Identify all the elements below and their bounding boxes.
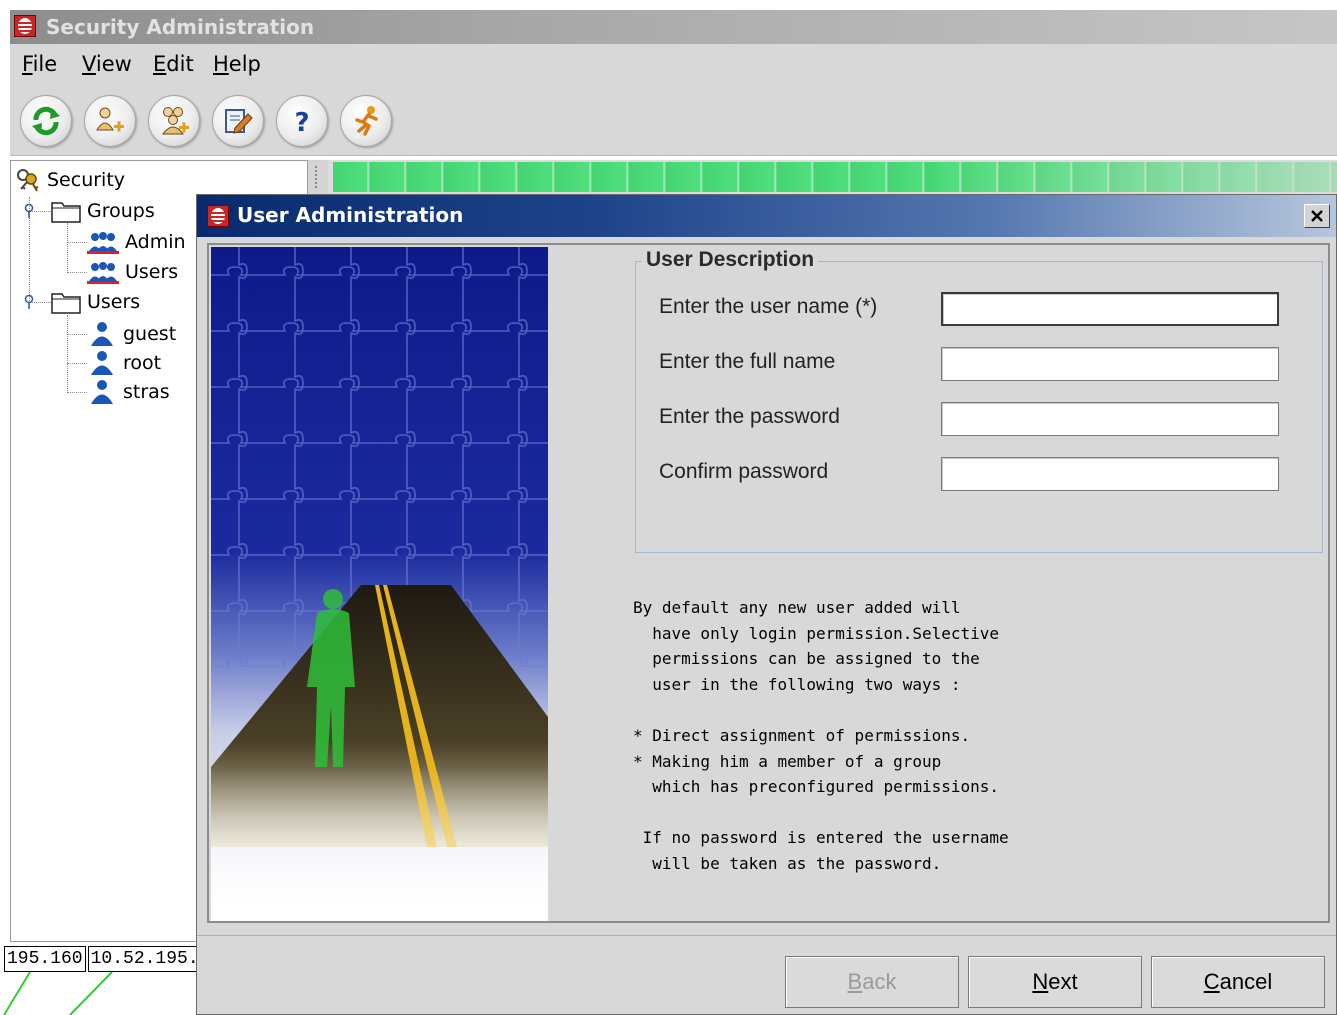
tree-node-security-label: Security [47, 169, 126, 191]
full-name-input[interactable] [941, 347, 1279, 381]
tree-node-groups-label: Groups [87, 200, 155, 222]
cancel-button[interactable]: Cancel [1151, 956, 1325, 1008]
ip-label-1: 195.160 [4, 946, 86, 972]
menu-file-label: ile [32, 52, 58, 76]
run-icon [355, 106, 378, 136]
edit-button[interactable] [212, 95, 264, 147]
toolbar: ? [10, 86, 1337, 156]
svg-text:?: ? [294, 108, 309, 138]
puzzle-road-illustration [211, 247, 548, 921]
tree-node-group-admin-label: Admin [125, 231, 186, 253]
splitter-grip [315, 166, 320, 188]
tree-node-group-admin[interactable]: Admin [87, 228, 186, 256]
permissions-info-text: By default any new user added will have … [633, 598, 1009, 873]
menu-help-mnemonic: H [213, 52, 229, 76]
add-group-icon [162, 107, 189, 135]
next-button-label: ext [1048, 969, 1078, 994]
add-group-button[interactable] [148, 95, 200, 147]
main-window-title: Security Administration [46, 15, 315, 39]
traffic-graph [3, 972, 113, 1015]
password-input[interactable] [941, 402, 1279, 436]
group-icon [87, 232, 119, 254]
menu-view-label: iew [95, 52, 132, 76]
tree-node-users-label: Users [87, 291, 141, 313]
dialog-title: User Administration [237, 203, 464, 227]
folder-icon [51, 202, 81, 223]
user-administration-dialog: User Administration User Description Ent… [196, 194, 1337, 1015]
menu-edit-label: dit [166, 52, 194, 76]
menu-help-label: elp [228, 52, 261, 76]
tree-node-users[interactable]: Users [51, 288, 140, 316]
wizard-button-bar: Back Next Cancel [197, 935, 1336, 1015]
menu-file-mnemonic: F [22, 52, 33, 76]
password-label: Enter the password [659, 405, 840, 428]
refresh-button[interactable] [20, 95, 72, 147]
menu-edit[interactable]: Edit [153, 52, 194, 76]
user-name-label: Enter the user name (*) [659, 295, 878, 318]
user-icon [91, 380, 113, 404]
dialog-logo-icon [207, 205, 229, 227]
add-user-button[interactable] [84, 95, 136, 147]
tree-node-groups[interactable]: Groups [51, 197, 155, 225]
app-logo-icon [14, 15, 36, 37]
menu-file[interactable]: File [22, 52, 57, 76]
next-button-mnemonic: N [1032, 969, 1049, 994]
confirm-password-input[interactable] [941, 457, 1279, 491]
tree-node-user-root-label: root [123, 352, 162, 374]
wizard-illustration [211, 247, 548, 921]
menu-view[interactable]: View [82, 52, 132, 76]
dialog-body: User Description Enter the user name (*)… [207, 243, 1330, 923]
next-button[interactable]: Next [968, 956, 1142, 1008]
expand-handle-groups-icon[interactable] [23, 204, 35, 218]
menu-help[interactable]: Help [213, 52, 261, 76]
help-button[interactable]: ? [276, 95, 328, 147]
status-ip-bar: 195.160 10.52.195.1 [4, 946, 213, 972]
dialog-close-button[interactable] [1304, 204, 1330, 228]
confirm-password-label: Confirm password [659, 460, 829, 483]
group-icon [87, 262, 119, 284]
back-button-mnemonic: B [847, 969, 863, 994]
tree-node-user-root[interactable]: root [87, 349, 161, 377]
help-icon: ? [294, 108, 309, 138]
user-icon [91, 351, 113, 375]
back-button[interactable]: Back [785, 956, 959, 1008]
menu-edit-mnemonic: E [153, 52, 167, 76]
refresh-icon [32, 106, 60, 136]
green-banner-strip [333, 162, 1337, 192]
full-name-label: Enter the full name [659, 350, 836, 373]
ip-label-2: 10.52.195.1 [87, 946, 213, 972]
tree-node-user-guest-label: guest [123, 323, 177, 345]
user-description-title: User Description [642, 248, 819, 272]
dialog-titlebar[interactable]: User Administration [197, 195, 1336, 237]
back-button-label: ack [862, 969, 897, 994]
cancel-button-label: ancel [1219, 969, 1273, 994]
main-window-titlebar[interactable]: Security Administration [10, 10, 1337, 44]
tree-node-group-users-label: Users [125, 261, 179, 283]
expand-handle-users-icon[interactable] [23, 295, 35, 309]
tree-node-user-stras-label: stras [123, 381, 170, 403]
user-name-input[interactable] [941, 292, 1279, 326]
tree-node-group-users[interactable]: Users [87, 258, 178, 286]
security-keys-icon [17, 169, 39, 192]
edit-icon [225, 109, 253, 134]
run-button[interactable] [340, 95, 392, 147]
tree-node-security[interactable]: Security [15, 166, 125, 194]
tree-node-user-guest[interactable]: guest [87, 320, 176, 348]
folder-icon [51, 293, 81, 314]
menu-bar: File View Edit Help [10, 44, 1337, 86]
tree-node-user-stras[interactable]: stras [87, 378, 170, 406]
menu-view-mnemonic: V [82, 52, 96, 76]
close-icon [1311, 210, 1323, 222]
cancel-button-mnemonic: C [1203, 969, 1220, 994]
add-user-icon [96, 107, 124, 132]
user-icon [91, 322, 113, 346]
